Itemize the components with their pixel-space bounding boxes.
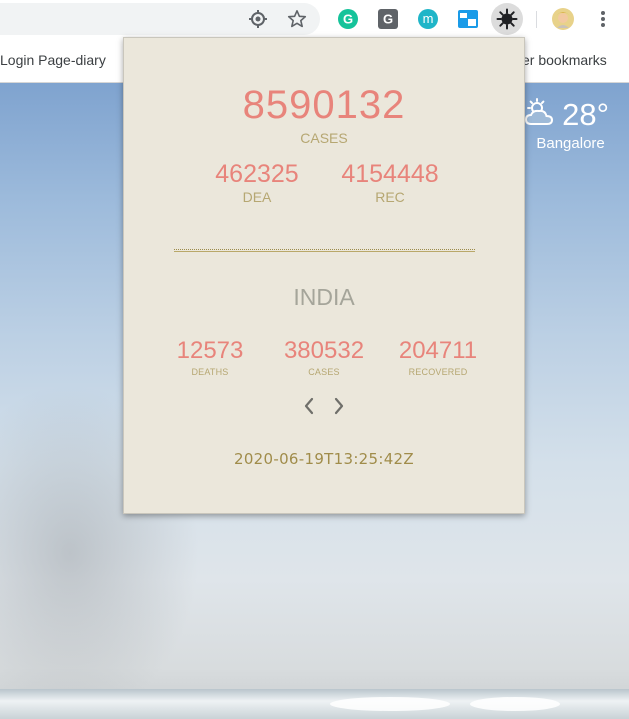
global-recovered-block: 4154448 REC — [332, 160, 448, 205]
more-menu-icon[interactable] — [591, 7, 615, 31]
country-deaths-block: 12573 DEATHS — [160, 337, 260, 377]
profile-avatar-icon[interactable] — [551, 7, 575, 31]
country-recovered-label: RECOVERED — [408, 367, 468, 377]
toolbar-separator — [536, 11, 537, 28]
svg-text:G: G — [383, 12, 393, 27]
weather-temperature: 28° — [562, 97, 609, 132]
chevron-left-icon[interactable] — [302, 396, 316, 416]
chevron-right-icon[interactable] — [332, 396, 346, 416]
global-deaths-count: 462325 — [215, 160, 299, 188]
country-recovered-block: 204711 RECOVERED — [388, 337, 488, 377]
country-cases-block: 380532 CASES — [274, 337, 374, 377]
global-deaths-block: 462325 DEA — [207, 160, 307, 205]
grammarly-icon[interactable]: G — [336, 7, 360, 31]
country-deaths-count: 12573 — [176, 337, 244, 364]
background-wave — [330, 697, 450, 711]
country-cases-count: 380532 — [283, 337, 365, 364]
country-navigation — [302, 396, 346, 416]
country-recovered-count: 204711 — [398, 337, 478, 364]
window-icon[interactable] — [456, 7, 480, 31]
global-recovered-label: REC — [375, 189, 405, 205]
svg-text:m: m — [423, 11, 434, 26]
mailtrack-icon[interactable]: m — [416, 7, 440, 31]
weather-widget[interactable]: 28° Bangalore — [522, 97, 609, 152]
section-divider — [174, 249, 475, 252]
browser-toolbar: G G m — [0, 0, 629, 38]
weather-city: Bangalore — [536, 135, 605, 152]
other-bookmarks[interactable]: er bookmarks — [522, 52, 607, 68]
partly-cloudy-icon — [522, 97, 556, 133]
location-target-icon[interactable] — [246, 7, 270, 31]
country-name: INDIA — [293, 284, 355, 310]
background-wave — [470, 697, 560, 711]
global-cases-label: CASES — [300, 130, 348, 146]
address-bar[interactable] — [0, 3, 320, 35]
last-updated-timestamp: 2020-06-19T13:25:42Z — [234, 450, 414, 468]
global-recovered-count: 4154448 — [341, 160, 439, 188]
country-cases-label: CASES — [308, 367, 340, 377]
covid-stats-popup: 8590132 CASES 462325 DEA 4154448 REC IND… — [123, 37, 525, 514]
country-deaths-label: DEATHS — [191, 367, 229, 377]
svg-text:G: G — [343, 12, 353, 27]
grammarly-go-icon[interactable]: G — [376, 7, 400, 31]
covid-virus-icon[interactable] — [491, 3, 523, 35]
bookmark-star-icon[interactable] — [285, 7, 309, 31]
global-cases-count: 8590132 — [242, 83, 406, 127]
global-deaths-label: DEA — [242, 189, 272, 205]
bookmark-login-page-diary[interactable]: Login Page-diary — [0, 52, 106, 68]
